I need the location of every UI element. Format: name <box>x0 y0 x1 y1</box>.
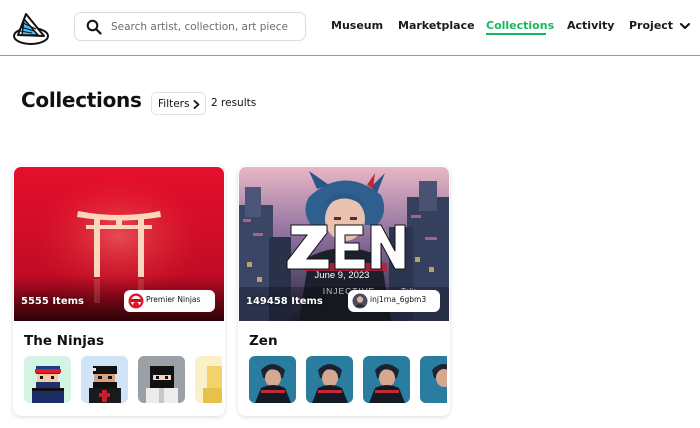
nav-project-label: Project <box>629 19 674 32</box>
page-title: Collections <box>21 88 142 112</box>
creator-badge[interactable]: inj1rna_6gbm3 <box>348 290 440 312</box>
canvas-logo-icon[interactable] <box>12 9 50 47</box>
nav-collections[interactable]: Collections <box>486 19 554 32</box>
results-count: 2 results <box>211 97 257 109</box>
nav-activity[interactable]: Activity <box>567 19 614 32</box>
nft-thumbnail[interactable] <box>420 356 447 403</box>
filters-label: Filters <box>158 97 190 110</box>
chevron-right-icon <box>193 100 200 109</box>
top-header: Museum Marketplace Collections Activity … <box>0 0 700 56</box>
creator-avatar <box>128 293 144 309</box>
creator-badge[interactable]: Premier Ninjas <box>124 290 215 312</box>
search-box[interactable] <box>74 12 306 41</box>
items-count: 149458 Items <box>246 296 323 307</box>
nft-thumbnail[interactable] <box>363 356 410 403</box>
nft-thumbnail[interactable] <box>24 356 71 403</box>
thumbnail-strip <box>24 356 222 404</box>
collection-name[interactable]: Zen <box>249 333 278 349</box>
nft-thumbnail[interactable] <box>195 356 222 403</box>
nft-thumbnail[interactable] <box>249 356 296 403</box>
search-icon <box>86 19 102 35</box>
collection-name[interactable]: The Ninjas <box>24 333 104 349</box>
collection-card-the-ninjas[interactable]: 5555 Items Premier Ninjas The Ninjas <box>13 166 225 416</box>
search-input[interactable] <box>111 18 299 36</box>
nft-thumbnail[interactable] <box>138 356 185 403</box>
creator-avatar <box>352 293 368 309</box>
creator-name: inj1rna_6gbm3 <box>370 295 427 304</box>
filters-button[interactable]: Filters <box>151 92 206 115</box>
nav-project[interactable]: Project <box>629 19 690 32</box>
collection-card-zen[interactable]: June 9, 2023 INJECTIVE Talis 149458 Item… <box>238 166 450 416</box>
nav-marketplace[interactable]: Marketplace <box>398 19 475 32</box>
chevron-down-icon <box>679 23 690 29</box>
items-count: 5555 Items <box>21 296 84 307</box>
nft-thumbnail[interactable] <box>81 356 128 403</box>
thumbnail-strip <box>249 356 447 404</box>
nav-museum[interactable]: Museum <box>331 19 383 32</box>
svg-text:June 9, 2023: June 9, 2023 <box>315 270 370 281</box>
nft-thumbnail[interactable] <box>306 356 353 403</box>
creator-name: Premier Ninjas <box>146 295 201 304</box>
active-nav-indicator <box>486 33 546 35</box>
